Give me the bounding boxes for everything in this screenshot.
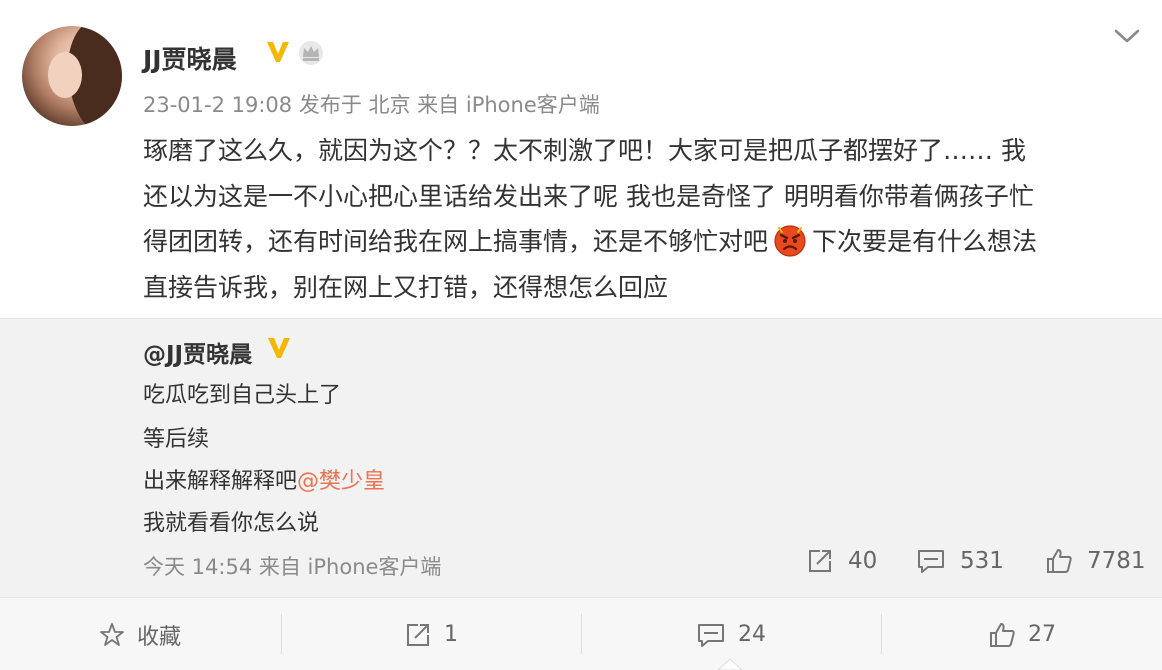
post-text-line: 还以为这是一不小心把心里话给发出来了呢 我也是奇怪了 明明看你带着俩孩子忙: [143, 181, 1034, 211]
comment-count: 531: [960, 548, 1004, 574]
like-count: 7781: [1087, 548, 1146, 574]
chevron-down-icon[interactable]: [1112, 24, 1142, 48]
avatar-face: [48, 52, 82, 98]
repost-username[interactable]: @JJ贾晓晨: [143, 335, 252, 369]
verified-v-icon: [268, 338, 290, 358]
active-tab-caret-icon: [718, 658, 742, 670]
post-text-line: 琢磨了这么久，就因为这个？？太不刺激了吧！大家可是把瓜子都摆好了…… 我: [143, 136, 1026, 165]
repost-text-segment: 出来解释解释吧: [143, 469, 298, 494]
repost-action-count: 1: [444, 622, 458, 647]
like-action-count: 27: [1028, 622, 1056, 647]
repost-meta: 今天 14:54 来自 iPhone客户端: [143, 555, 442, 579]
thumbs-up-icon: [990, 622, 1015, 647]
angry-face-emoji: [774, 225, 806, 257]
post-text-segment: 下次要是有什么想法: [812, 227, 1038, 256]
post-text-line: 得团团转，还有时间给我在网上搞事情，还是不够忙对吧 下次要是有什么想法: [143, 219, 1143, 265]
action-bar: 收藏 1 24 27: [0, 597, 1162, 670]
star-icon: [100, 622, 124, 646]
like-button[interactable]: 27: [882, 598, 1162, 670]
repost-icon: [407, 623, 429, 646]
comment-icon: [698, 623, 724, 647]
repost-text-line: 等后续: [143, 427, 210, 452]
mention-link[interactable]: @樊少皇: [297, 469, 385, 494]
post-text-line: 直接告诉我，别在网上又打错，还得想怎么回应: [143, 272, 669, 302]
repost-text-line: 我就看看你怎么说: [143, 511, 320, 536]
favorite-button[interactable]: 收藏: [0, 598, 280, 670]
comment-icon: [918, 550, 944, 573]
repost-button[interactable]: 1: [282, 598, 580, 670]
post-username[interactable]: JJ贾晓晨: [143, 40, 237, 76]
verified-v-icon: [267, 42, 289, 62]
repost-icon: [809, 550, 831, 572]
comment-action-count: 24: [738, 622, 766, 647]
crown-icon[interactable]: [297, 39, 325, 67]
comment-count-button[interactable]: 531: [916, 547, 1004, 575]
weibo-post: JJ贾晓晨 23-01-2 19:08 发布于 北京 来自 iPhone客户端 …: [0, 0, 1162, 318]
avatar[interactable]: [22, 26, 122, 126]
repost-card: @JJ贾晓晨 吃瓜吃到自己头上了 等后续 出来解释解释吧@樊少皇 我就看看你怎么…: [0, 318, 1162, 597]
like-count-button[interactable]: 7781: [1045, 547, 1146, 575]
repost-count-button[interactable]: 40: [806, 547, 877, 575]
repost-text-line: 出来解释解释吧@樊少皇: [143, 463, 385, 495]
post-meta: 23-01-2 19:08 发布于 北京 来自 iPhone客户端: [143, 93, 600, 117]
favorite-label: 收藏: [136, 624, 181, 650]
post-text: 琢磨了这么久，就因为这个？？太不刺激了吧！大家可是把瓜子都摆好了…… 我 还以为…: [143, 128, 1143, 310]
post-text-segment: 得团团转，还有时间给我在网上搞事情，还是不够忙对吧: [143, 227, 769, 256]
thumbs-up-icon: [1047, 549, 1072, 573]
repost-count: 40: [848, 548, 878, 574]
repost-text-line: 吃瓜吃到自己头上了: [143, 383, 342, 408]
